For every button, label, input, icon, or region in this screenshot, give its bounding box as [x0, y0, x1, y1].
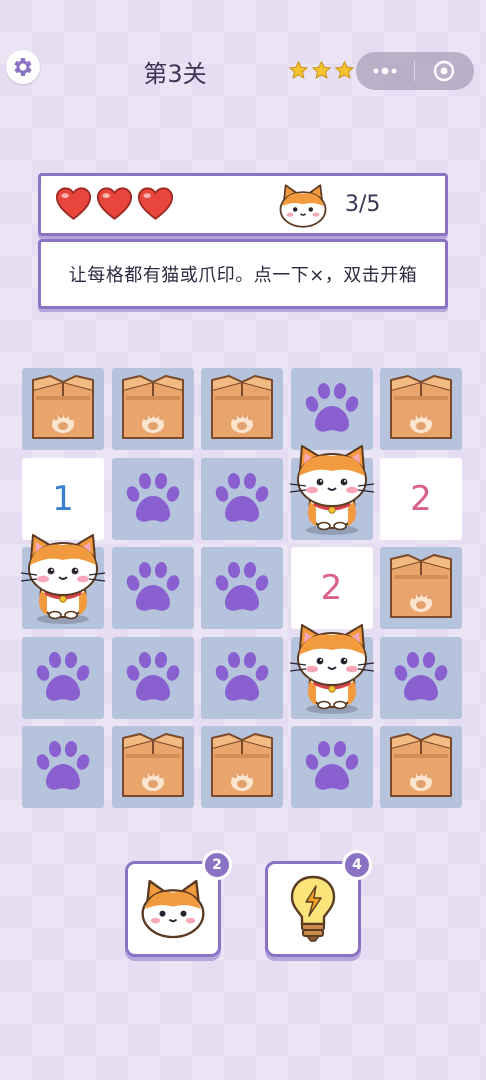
cardboard-box-icon — [390, 375, 452, 439]
paw-print-cell[interactable] — [111, 636, 194, 719]
paw-print-icon — [394, 651, 448, 701]
paw-print-icon — [36, 651, 90, 701]
number-hint-cell[interactable]: 1 — [22, 457, 104, 540]
paw-print-icon — [305, 741, 358, 790]
top-bar: 第3关 — [0, 0, 486, 130]
cat-face-icon — [141, 879, 205, 939]
close-button[interactable] — [415, 52, 473, 90]
hint-number: 2 — [410, 478, 432, 519]
paw-print-cell[interactable] — [380, 636, 462, 719]
cat-character — [17, 529, 109, 625]
cat-icon — [289, 444, 374, 535]
hint-tool-count-badge: 4 — [342, 850, 372, 880]
more-button[interactable] — [356, 52, 414, 90]
close-circle-icon — [433, 60, 455, 82]
hint-tool-button[interactable]: 4 — [265, 850, 372, 957]
closed-box-cell[interactable] — [22, 368, 104, 450]
hint-number: 1 — [52, 478, 74, 519]
lives-hearts — [55, 186, 174, 222]
cat-character — [286, 440, 378, 536]
paw-print-cell[interactable] — [201, 547, 283, 629]
cardboard-box-icon — [121, 733, 184, 797]
star-icon — [311, 60, 332, 79]
closed-box-cell[interactable] — [111, 726, 194, 808]
closed-box-cell[interactable] — [201, 368, 283, 450]
lightbulb-icon — [290, 875, 336, 942]
paw-print-cell[interactable] — [201, 636, 283, 719]
miniprogram-capsule — [356, 52, 474, 90]
game-board: 1 2 2 — [20, 368, 464, 810]
closed-box-cell[interactable] — [380, 726, 462, 808]
heart-icon — [137, 187, 174, 220]
paw-print-icon — [215, 562, 269, 611]
paw-print-cell[interactable] — [290, 368, 373, 450]
number-hint-cell[interactable]: 2 — [290, 547, 373, 629]
star-icon — [334, 60, 355, 79]
cat-tool-count-badge: 2 — [202, 850, 232, 880]
paw-print-icon — [126, 472, 179, 522]
hint-number: 2 — [320, 568, 343, 608]
cat-icon — [20, 534, 106, 624]
heart-icon — [96, 187, 133, 220]
closed-box-cell[interactable] — [380, 368, 462, 450]
cat-icon — [289, 623, 374, 714]
paw-print-icon — [215, 472, 269, 522]
paw-print-cell[interactable] — [201, 457, 283, 540]
paw-print-cell[interactable] — [111, 547, 194, 629]
heart-icon — [55, 187, 92, 220]
paw-print-cell[interactable] — [111, 457, 194, 540]
cardboard-box-icon — [390, 554, 452, 618]
status-panel: 3/5 — [38, 173, 448, 236]
paw-print-cell[interactable] — [22, 636, 104, 719]
paw-print-icon — [215, 651, 269, 701]
more-dots-icon — [373, 67, 397, 75]
instruction-panel: 让每格都有猫或爪印。点一下×，双击开箱 — [38, 239, 448, 309]
star-rating — [288, 60, 355, 81]
number-hint-cell[interactable]: 2 — [380, 457, 462, 540]
paw-print-icon — [126, 562, 179, 611]
cardboard-box-icon — [32, 375, 94, 439]
paw-print-cell[interactable] — [290, 726, 373, 808]
cardboard-box-icon — [390, 733, 452, 797]
cat-count-text: 3/5 — [345, 192, 381, 217]
cat-face-icon — [279, 184, 327, 228]
paw-print-icon — [305, 383, 358, 432]
cardboard-box-icon — [121, 375, 184, 439]
closed-box-cell[interactable] — [111, 368, 194, 450]
paw-print-cell[interactable] — [22, 726, 104, 808]
closed-box-cell[interactable] — [201, 726, 283, 808]
cat-tool-button[interactable]: 2 — [125, 850, 232, 957]
instruction-text: 让每格都有猫或爪印。点一下×，双击开箱 — [68, 265, 418, 286]
cat-character — [286, 619, 378, 715]
closed-box-cell[interactable] — [380, 547, 462, 629]
cardboard-box-icon — [211, 733, 273, 797]
paw-print-icon — [126, 651, 179, 701]
star-icon — [288, 60, 309, 79]
cardboard-box-icon — [211, 375, 273, 439]
paw-print-icon — [36, 741, 90, 790]
